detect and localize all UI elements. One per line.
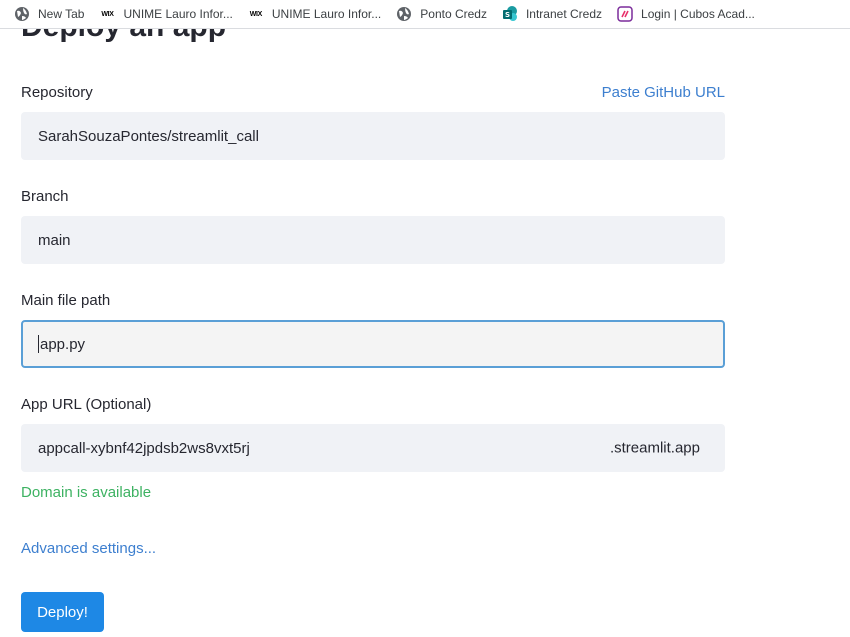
globe-icon — [14, 6, 30, 22]
deploy-button[interactable]: Deploy! — [21, 592, 104, 632]
bookmark-label: UNIME Lauro Infor... — [271, 7, 382, 21]
app-url-label: App URL (Optional) — [21, 396, 152, 413]
app-url-input[interactable]: appcall-xybnf42jpdsb2ws8vxt5rj .streamli… — [21, 424, 725, 472]
main-file-path-input[interactable]: app.py — [21, 320, 725, 368]
bookmark-unime-2[interactable]: WIX UNIME Lauro Infor... — [248, 6, 382, 22]
bookmark-label: Login | Cubos Acad... — [641, 7, 755, 21]
wix-icon: WIX — [249, 10, 263, 18]
repository-value: SarahSouzaPontes/streamlit_call — [38, 127, 259, 145]
repository-input[interactable]: SarahSouzaPontes/streamlit_call — [21, 112, 725, 160]
main-file-path-label: Main file path — [21, 292, 111, 309]
branch-value: main — [38, 231, 71, 249]
repository-label: Repository — [21, 84, 93, 101]
bookmark-cubos[interactable]: Login | Cubos Acad... — [617, 6, 755, 22]
globe-icon — [396, 6, 412, 22]
bookmark-intranet-credz[interactable]: S Intranet Credz — [502, 6, 602, 22]
main-file-path-value: app.py — [40, 335, 86, 353]
app-url-suffix: .streamlit.app — [609, 439, 700, 457]
bookmarks-bar: New Tab WIX UNIME Lauro Infor... WIX UNI… — [0, 0, 850, 29]
bookmark-label: New Tab — [38, 7, 85, 21]
app-url-value: appcall-xybnf42jpdsb2ws8vxt5rj — [38, 439, 250, 457]
bookmark-label: UNIME Lauro Infor... — [123, 7, 233, 21]
svg-text:S: S — [505, 11, 510, 19]
bookmark-label: Intranet Credz — [525, 7, 603, 21]
paste-github-url-link[interactable]: Paste GitHub URL — [602, 84, 725, 101]
text-caret — [38, 335, 39, 353]
bookmark-label: Ponto Credz — [420, 7, 487, 21]
sharepoint-icon: S — [502, 6, 518, 22]
domain-status: Domain is available — [21, 484, 152, 501]
bookmark-new-tab[interactable]: New Tab — [14, 6, 84, 22]
bookmark-ponto-credz[interactable]: Ponto Credz — [396, 6, 487, 22]
branch-label: Branch — [21, 188, 69, 205]
cubos-icon — [617, 6, 633, 22]
bookmark-unime-1[interactable]: WIX UNIME Lauro Infor... — [99, 6, 233, 22]
advanced-settings-link[interactable]: Advanced settings... — [21, 540, 156, 557]
branch-input[interactable]: main — [21, 216, 725, 264]
wix-icon: WIX — [101, 10, 114, 18]
